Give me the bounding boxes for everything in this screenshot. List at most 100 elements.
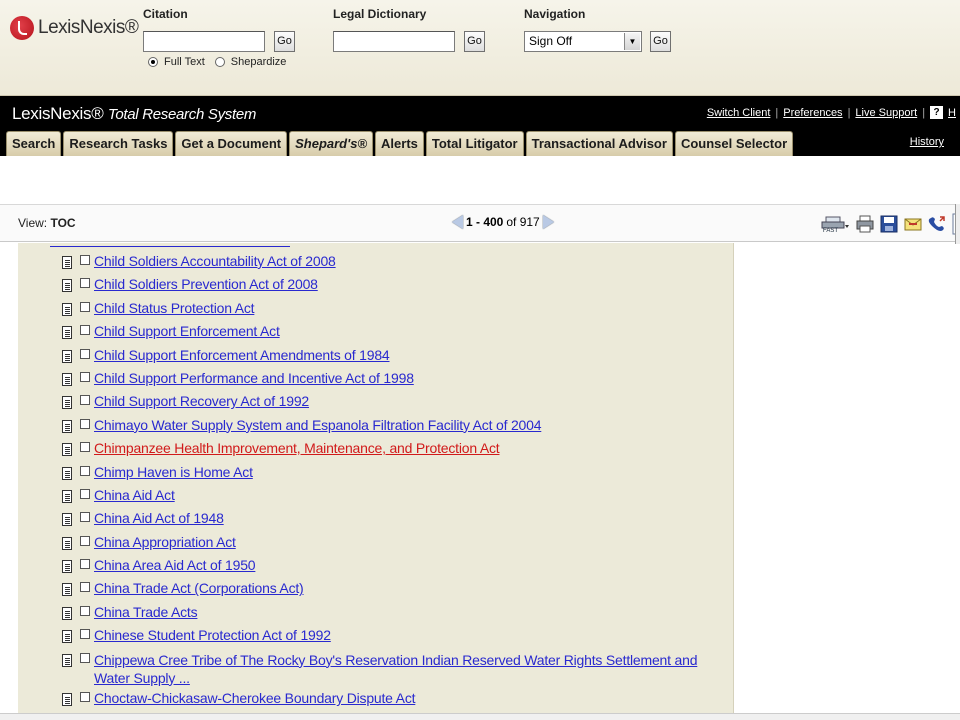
- select-checkbox[interactable]: [80, 652, 90, 663]
- toc-item-link[interactable]: Child Support Enforcement Act: [94, 323, 280, 339]
- document-icon[interactable]: [62, 630, 72, 644]
- full-text-radio[interactable]: [148, 57, 158, 67]
- document-icon[interactable]: [62, 513, 72, 527]
- toc-item-link[interactable]: China Trade Act (Corporations Act): [94, 580, 304, 596]
- select-checkbox[interactable]: [80, 348, 90, 359]
- help-icon[interactable]: ?: [930, 106, 944, 119]
- live-support-link[interactable]: Live Support: [855, 107, 917, 119]
- document-icon[interactable]: [62, 489, 72, 503]
- tab-transactional-advisor[interactable]: Transactional Advisor: [525, 131, 673, 156]
- email-icon[interactable]: [904, 215, 922, 233]
- document-icon[interactable]: [62, 256, 72, 269]
- view-indicator: View: TOC: [18, 216, 76, 230]
- select-checkbox[interactable]: [80, 255, 90, 265]
- tab-research-tasks[interactable]: Research Tasks: [63, 131, 174, 156]
- document-icon[interactable]: [62, 653, 72, 667]
- toc-item-link[interactable]: Child Soldiers Accountability Act of 200…: [94, 253, 336, 269]
- document-icon[interactable]: [62, 583, 72, 597]
- toc-item-link[interactable]: Chimp Haven is Home Act: [94, 464, 253, 480]
- toc-item-link[interactable]: Child Soldiers Prevention Act of 2008: [94, 276, 318, 292]
- list-item: China Trade Act (Corporations Act): [62, 578, 732, 601]
- toc-item-link[interactable]: China Trade Acts: [94, 604, 198, 620]
- fast-print-icon[interactable]: FAST: [820, 215, 850, 233]
- save-icon[interactable]: [880, 215, 898, 233]
- document-icon[interactable]: [62, 326, 72, 340]
- select-checkbox[interactable]: [80, 371, 90, 382]
- quick-search-bar: LexisNexis® Citation Go Full Text Shepar…: [0, 0, 960, 96]
- toc-item-link[interactable]: Child Support Performance and Incentive …: [94, 370, 414, 386]
- toc-item-link[interactable]: China Aid Act of 1948: [94, 510, 224, 526]
- list-item: Chimp Haven is Home Act: [62, 462, 732, 485]
- select-checkbox[interactable]: [80, 465, 90, 476]
- help-link[interactable]: H: [948, 107, 956, 119]
- shepardize-radio[interactable]: [214, 57, 225, 67]
- toc-item-link[interactable]: Choctaw-Chickasaw-Cherokee Boundary Disp…: [94, 690, 416, 706]
- select-checkbox[interactable]: [80, 512, 90, 523]
- document-icon[interactable]: [62, 536, 72, 550]
- tab-alerts[interactable]: Alerts: [375, 131, 424, 156]
- select-checkbox[interactable]: [80, 301, 90, 312]
- printer-icon[interactable]: [856, 215, 874, 233]
- document-icon[interactable]: [62, 396, 72, 410]
- select-checkbox[interactable]: [80, 395, 90, 406]
- navigation-select[interactable]: Sign Off ▼: [524, 31, 642, 52]
- select-checkbox[interactable]: [80, 278, 90, 289]
- toc-item-link[interactable]: Chimayo Water Supply System and Espanola…: [94, 417, 541, 433]
- document-icon[interactable]: [62, 443, 72, 457]
- toc-item-link[interactable]: Child Support Recovery Act of 1992: [94, 393, 309, 409]
- select-checkbox[interactable]: [80, 582, 90, 593]
- view-value[interactable]: TOC: [50, 216, 75, 230]
- tab-total-litigator[interactable]: Total Litigator: [425, 131, 524, 156]
- select-checkbox[interactable]: [80, 325, 90, 336]
- select-checkbox[interactable]: [80, 692, 90, 703]
- tab-search[interactable]: Search: [6, 131, 62, 156]
- select-checkbox[interactable]: [80, 418, 90, 429]
- citation-input[interactable]: [143, 31, 265, 52]
- document-icon[interactable]: [62, 279, 72, 293]
- lexisnexis-logo[interactable]: LexisNexis®: [10, 16, 139, 40]
- toc-item-link[interactable]: Chippewa Cree Tribe of The Rocky Boy's R…: [94, 651, 733, 687]
- select-checkbox[interactable]: [80, 629, 90, 640]
- document-icon[interactable]: [62, 302, 72, 316]
- tab-get-a-document[interactable]: Get a Document: [175, 131, 288, 156]
- next-page-icon[interactable]: [542, 215, 554, 229]
- toc-item-link[interactable]: Chinese Student Protection Act of 1992: [94, 627, 331, 643]
- document-icon[interactable]: [62, 606, 72, 620]
- document-icon[interactable]: [62, 693, 72, 707]
- tab-counsel-selector[interactable]: Counsel Selector: [674, 131, 794, 156]
- switch-client-link[interactable]: Switch Client: [707, 107, 771, 119]
- select-checkbox[interactable]: [80, 535, 90, 546]
- document-icon[interactable]: [62, 419, 72, 433]
- pager: 1 - 400 of 917: [452, 215, 554, 229]
- document-icon[interactable]: [62, 349, 72, 363]
- shepardize-label: Shepardize: [230, 56, 287, 68]
- page-scrollbar[interactable]: [955, 204, 960, 244]
- navigation-go-button[interactable]: Go: [650, 31, 671, 52]
- toc-item-link[interactable]: Child Support Enforcement Amendments of …: [94, 347, 390, 363]
- toc-item-link[interactable]: China Area Aid Act of 1950: [94, 557, 256, 573]
- select-checkbox[interactable]: [80, 605, 90, 616]
- chevron-down-icon[interactable]: ▼: [624, 33, 640, 50]
- select-checkbox[interactable]: [80, 488, 90, 499]
- toc-item-link[interactable]: China Appropriation Act: [94, 534, 236, 550]
- document-icon[interactable]: [62, 466, 72, 480]
- document-icon[interactable]: [62, 560, 72, 574]
- brand-title: LexisNexis® Total Research System: [12, 104, 256, 124]
- select-checkbox[interactable]: [80, 442, 90, 453]
- preferences-link[interactable]: Preferences: [783, 107, 842, 119]
- phone-icon[interactable]: [928, 215, 946, 233]
- list-item: Child Soldiers Accountability Act of 200…: [62, 251, 732, 274]
- document-icon[interactable]: [62, 372, 72, 386]
- legal-dictionary-input[interactable]: [333, 31, 455, 52]
- toc-item-link[interactable]: Child Status Protection Act: [94, 300, 255, 316]
- list-item: Child Soldiers Prevention Act of 2008: [62, 274, 732, 297]
- citation-go-button[interactable]: Go: [274, 31, 295, 52]
- toc-list: Child Soldiers Accountability Act of 200…: [62, 251, 732, 712]
- tab-shepards[interactable]: Shepard's®: [289, 131, 374, 156]
- select-checkbox[interactable]: [80, 559, 90, 570]
- dictionary-go-button[interactable]: Go: [464, 31, 485, 52]
- previous-page-icon[interactable]: [452, 215, 463, 229]
- toc-item-link[interactable]: China Aid Act: [94, 487, 175, 503]
- toc-item-link[interactable]: Chimpanzee Health Improvement, Maintenan…: [94, 440, 500, 456]
- history-link[interactable]: History: [910, 136, 944, 148]
